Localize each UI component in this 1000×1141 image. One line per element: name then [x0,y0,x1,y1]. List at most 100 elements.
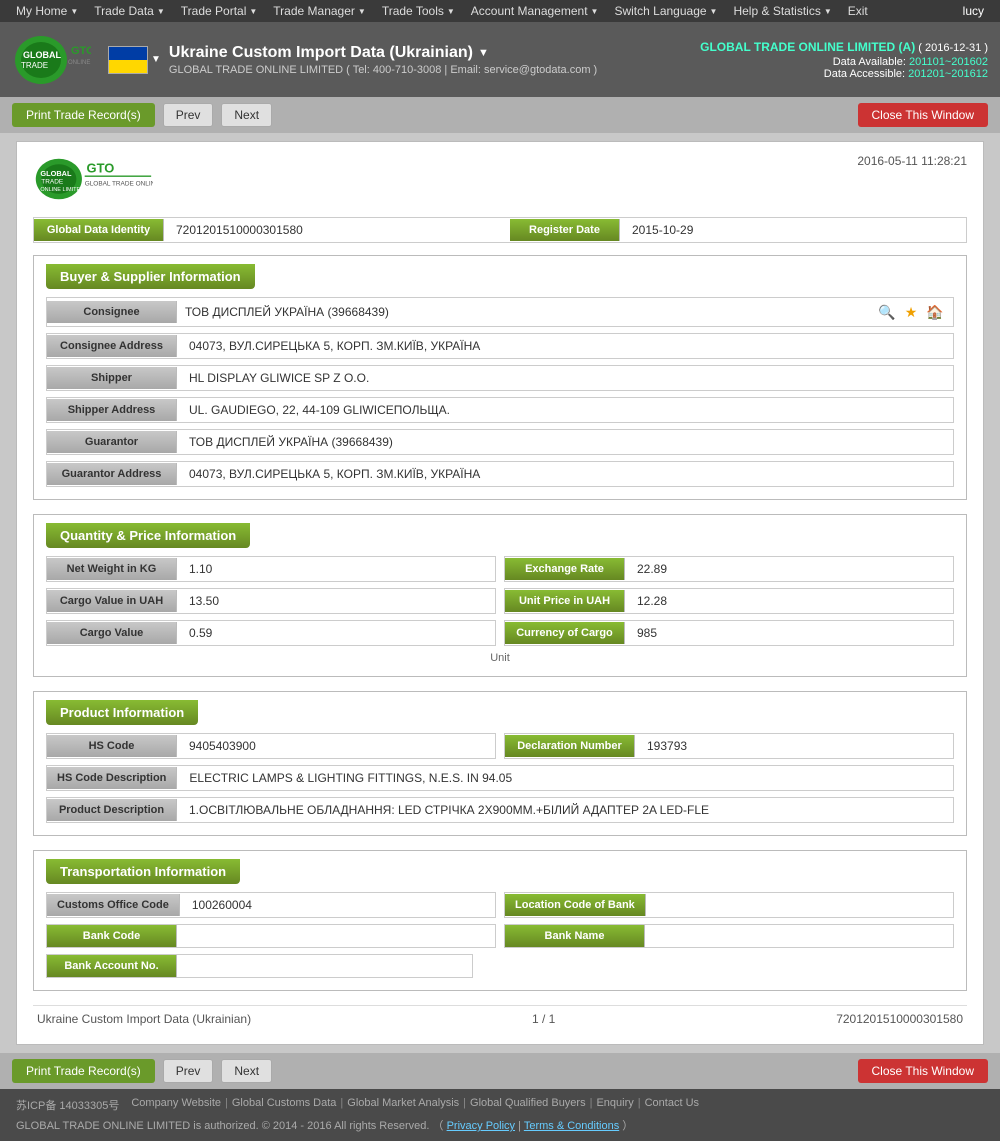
buyer-icons: 🔍 ★ 🏠 [877,302,945,322]
net-weight-label: Net Weight in KG [47,558,177,580]
currency-cargo-field: Currency of Cargo 985 [504,620,954,646]
buyer-supplier-section: Buyer & Supplier Information Consignee Т… [33,255,967,500]
data-accessible-link[interactable]: 201201~201612 [908,68,988,80]
product-title: Product Information [46,700,198,725]
footer-link-buyers[interactable]: Global Qualified Buyers [470,1097,586,1109]
consignee-value: ТОВ ДИСПЛЕЙ УКРАЇНА (39668439) [185,305,389,319]
record-page: 1 / 1 [532,1012,555,1026]
shipper-address-label: Shipper Address [47,399,177,421]
flag-blue [109,47,147,60]
search-icon[interactable]: 🔍 [877,302,897,322]
bank-account-value [177,961,472,971]
global-data-identity-value: 7201201510000301580 [164,218,510,242]
star-icon[interactable]: ★ [901,302,921,322]
consignee-address-value: 04073, ВУЛ.СИРЕЦЬКА 5, КОРП. ЗМ.КИЇВ, УК… [177,334,953,358]
guarantor-address-value: 04073, ВУЛ.СИРЕЦЬКА 5, КОРП. ЗМ.КИЇВ, УК… [177,462,953,486]
location-bank-label: Location Code of Bank [505,894,646,916]
print-button-bottom[interactable]: Print Trade Record(s) [12,1059,155,1083]
svg-text:TRADE: TRADE [21,61,48,70]
unit-price-uah-field: Unit Price in UAH 12.28 [504,588,954,614]
product-desc-row: Product Description 1.ОСВІТЛЮВАЛЬНЕ ОБЛА… [46,797,954,823]
record-source: Ukraine Custom Import Data (Ukrainian) [37,1012,251,1026]
flag-dropdown-arrow[interactable]: ▼ [151,54,161,65]
footer-link-enquiry[interactable]: Enquiry [596,1097,633,1109]
record-logo: GLOBAL TRADE ONLINE LIMITED GTO GLOBAL T… [33,154,153,207]
cargo-value-uah-label: Cargo Value in UAH [47,590,177,612]
cargo-value-currency-row: Cargo Value 0.59 Currency of Cargo 985 [46,620,954,646]
shipper-value: HL DISPLAY GLIWICE SP Z O.O. [177,366,953,390]
page-subtitle: GLOBAL TRADE ONLINE LIMITED ( Tel: 400-7… [169,64,597,76]
global-data-identity-label: Global Data Identity [34,219,164,241]
bank-code-field: Bank Code [46,924,496,948]
close-button-bottom[interactable]: Close This Window [858,1059,988,1083]
print-button-top[interactable]: Print Trade Record(s) [12,103,155,127]
next-button-top[interactable]: Next [221,103,272,127]
shipper-address-value: UL. GAUDIEGO, 22, 44-109 GLIWICEПОЛЬЩА. [177,398,953,422]
top-navigation: My Home ▼ Trade Data ▼ Trade Portal ▼ Tr… [0,0,1000,22]
nav-trade-data[interactable]: Trade Data ▼ [86,0,173,22]
title-dropdown-arrow[interactable]: ▼ [478,47,489,59]
main-content: GLOBAL TRADE ONLINE LIMITED GTO GLOBAL T… [0,133,1000,1053]
nav-switch-language[interactable]: Switch Language ▼ [606,0,725,22]
guarantor-address-label: Guarantor Address [47,463,177,485]
terms-conditions-link[interactable]: Terms & Conditions [524,1120,619,1132]
bank-code-label: Bank Code [47,925,177,947]
top-toolbar: Print Trade Record(s) Prev Next Close Th… [0,97,1000,133]
nav-trade-data-arrow: ▼ [157,7,165,16]
page-title: Ukraine Custom Import Data (Ukrainian) ▼ [169,44,597,62]
svg-text:GLOBAL TRADE ONLINE LIMITED: GLOBAL TRADE ONLINE LIMITED [85,180,153,187]
bank-code-value [177,931,495,941]
nav-account-management[interactable]: Account Management ▼ [463,0,607,22]
bank-name-field: Bank Name [504,924,954,948]
record-header: GLOBAL TRADE ONLINE LIMITED GTO GLOBAL T… [33,154,967,207]
location-bank-field: Location Code of Bank [504,892,954,918]
header-info: GLOBAL TRADE ONLINE LIMITED (A) ( 2016-1… [700,40,988,80]
footer-link-contact[interactable]: Contact Us [645,1097,699,1109]
footer-link-customs[interactable]: Global Customs Data [232,1097,337,1109]
product-section: Product Information HS Code 9405403900 D… [33,691,967,836]
cargo-uah-unit-row: Cargo Value in UAH 13.50 Unit Price in U… [46,588,954,614]
home-icon[interactable]: 🏠 [925,302,945,322]
register-date-label: Register Date [510,219,620,241]
company-name: GLOBAL TRADE ONLINE LIMITED (A) [700,40,915,54]
product-desc-label: Product Description [47,799,177,821]
bank-account-row: Bank Account No. [46,954,954,978]
close-button-top[interactable]: Close This Window [858,103,988,127]
nav-trade-portal[interactable]: Trade Portal ▼ [173,0,266,22]
prev-button-bottom[interactable]: Prev [163,1059,214,1083]
next-button-bottom[interactable]: Next [221,1059,272,1083]
nav-my-home[interactable]: My Home ▼ [8,0,86,22]
data-accessible-row: Data Accessible: 201201~201612 [700,68,988,80]
footer-link-company[interactable]: Company Website [131,1097,221,1109]
nav-user: lucy [955,4,992,18]
nav-trade-tools[interactable]: Trade Tools ▼ [374,0,463,22]
exchange-rate-label: Exchange Rate [505,558,625,580]
declaration-number-label: Declaration Number [505,735,635,757]
nav-exit[interactable]: Exit [840,0,876,22]
privacy-policy-link[interactable]: Privacy Policy [447,1120,515,1132]
net-weight-field: Net Weight in KG 1.10 [46,556,496,582]
cargo-value-uah-field: Cargo Value in UAH 13.50 [46,588,496,614]
hs-desc-row: HS Code Description ELECTRIC LAMPS & LIG… [46,765,954,791]
nav-help-statistics[interactable]: Help & Statistics ▼ [725,0,839,22]
currency-cargo-label: Currency of Cargo [505,622,625,644]
hs-desc-value: ELECTRIC LAMPS & LIGHTING FITTINGS, N.E.… [177,766,953,790]
guarantor-address-row: Guarantor Address 04073, ВУЛ.СИРЕЦЬКА 5,… [46,461,954,487]
bank-account-field: Bank Account No. [46,954,473,978]
footer-link-market[interactable]: Global Market Analysis [347,1097,459,1109]
quantity-price-section: Quantity & Price Information Net Weight … [33,514,967,677]
ukraine-flag [108,46,148,74]
svg-text:GTO: GTO [71,45,91,57]
record-footer: Ukraine Custom Import Data (Ukrainian) 1… [33,1005,967,1032]
data-available-link[interactable]: 201101~201602 [909,56,988,68]
hs-code-field: HS Code 9405403900 [46,733,496,759]
prev-button-top[interactable]: Prev [163,103,214,127]
cargo-value-field: Cargo Value 0.59 [46,620,496,646]
identity-row: Global Data Identity 7201201510000301580… [33,217,967,243]
bank-name-value [645,931,953,941]
nav-account-management-arrow: ▼ [591,7,599,16]
exchange-rate-field: Exchange Rate 22.89 [504,556,954,582]
svg-text:ONLINE: ONLINE [68,60,90,66]
unit-price-uah-value: 12.28 [625,589,953,613]
nav-trade-manager[interactable]: Trade Manager ▼ [265,0,374,22]
